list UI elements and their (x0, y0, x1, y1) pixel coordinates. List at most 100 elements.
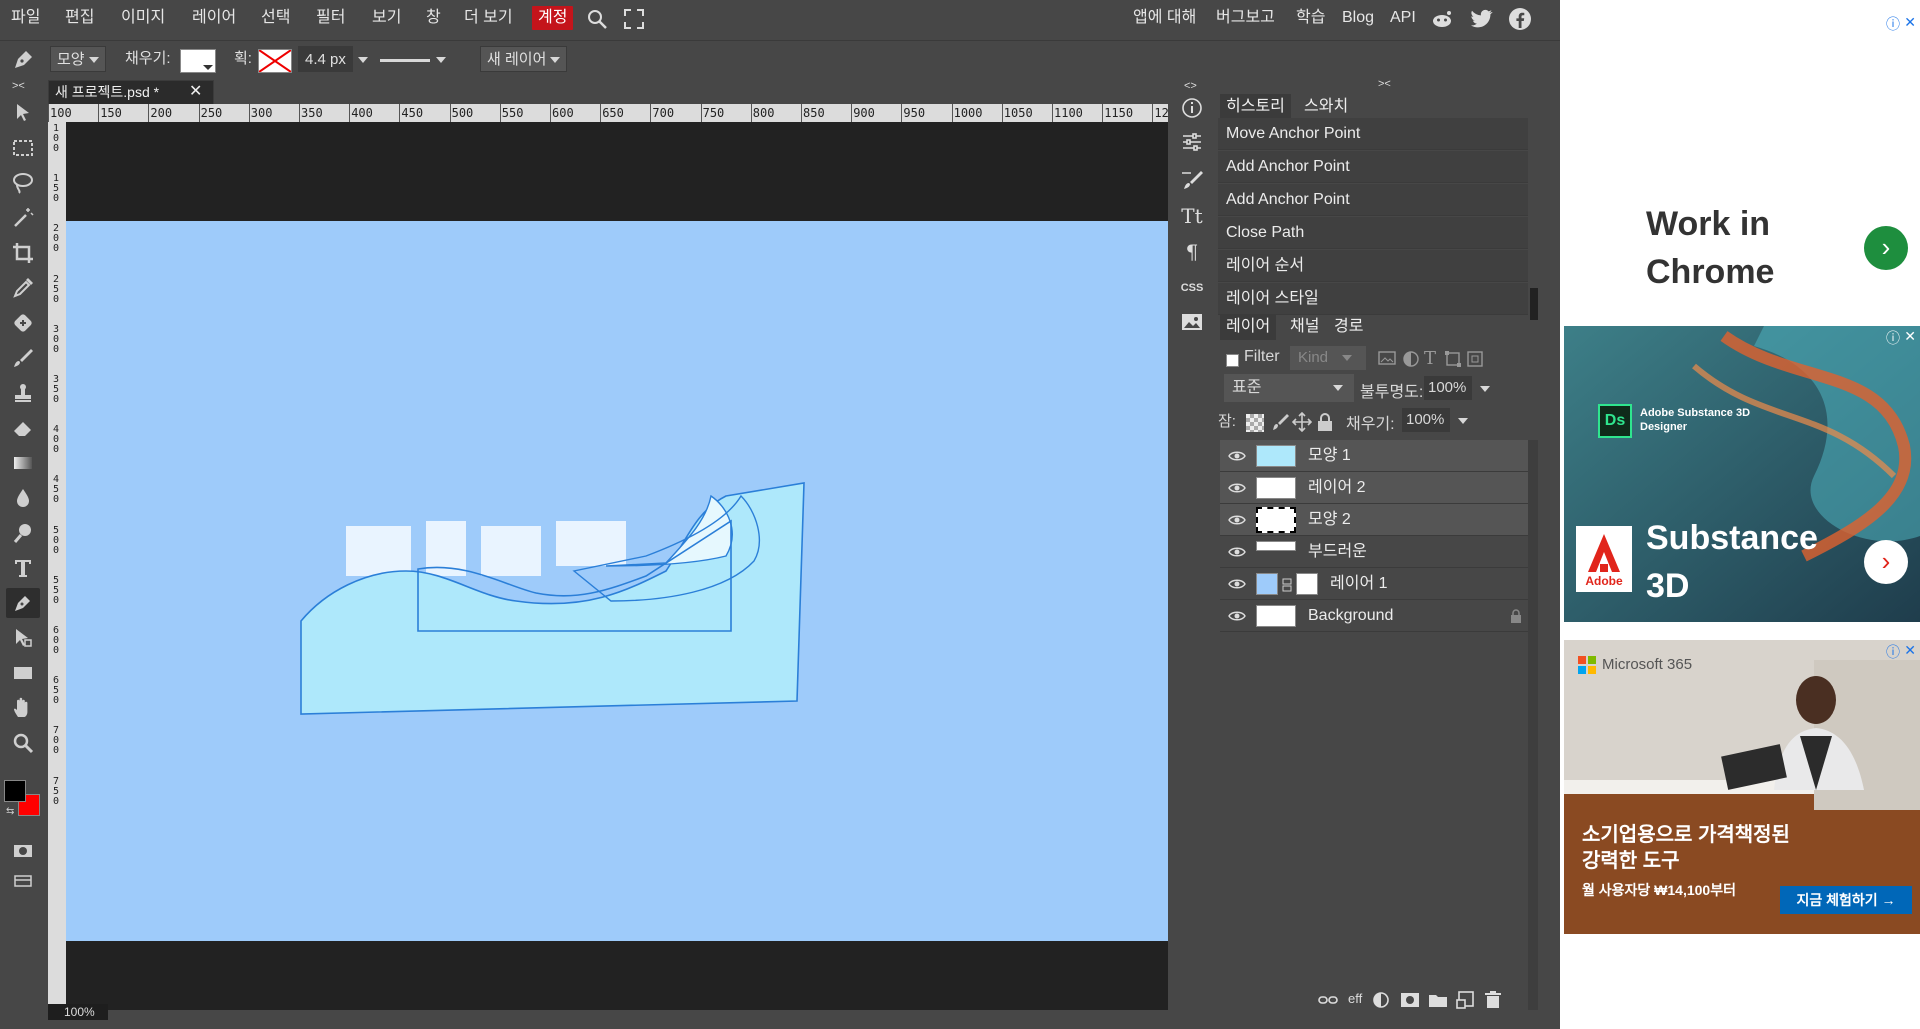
stroke-style-dropdown[interactable] (436, 57, 446, 63)
ad-substance-3d[interactable]: ⓘ ✕ Ds Adobe Substance 3D Designer Adobe… (1564, 326, 1920, 622)
filter-shape-icon[interactable] (1444, 350, 1462, 368)
screen-mode-icon[interactable] (6, 866, 40, 896)
kind-select[interactable]: Kind (1290, 346, 1366, 370)
menu-image[interactable]: 이미지 (118, 6, 168, 30)
link-api[interactable]: API (1390, 6, 1416, 30)
menu-window[interactable]: 창 (423, 6, 444, 30)
swap-colors-icon[interactable]: ⇆ (6, 806, 14, 817)
filter-type-icon[interactable]: T (1424, 348, 1436, 369)
lock-position-icon[interactable] (1291, 411, 1313, 433)
history-item[interactable]: Move Anchor Point (1218, 118, 1528, 150)
history-item[interactable]: Add Anchor Point (1218, 184, 1528, 216)
rectangle-tool-icon[interactable] (6, 658, 40, 688)
tab-layers[interactable]: 레이어 (1220, 314, 1277, 340)
healing-brush-icon[interactable] (6, 308, 40, 338)
tab-history[interactable]: 히스토리 (1220, 94, 1291, 120)
menu-filter[interactable]: 필터 (313, 6, 348, 30)
layer-name[interactable]: Background (1308, 600, 1393, 632)
opacity-input[interactable]: 100% (1424, 376, 1472, 400)
pen-tool-icon[interactable] (10, 47, 36, 73)
ad-info-icon[interactable]: ⓘ (1886, 328, 1900, 348)
collapse-toolbox-icon[interactable]: >< (12, 80, 25, 92)
link-icon[interactable] (1282, 578, 1292, 592)
magic-wand-icon[interactable] (6, 203, 40, 233)
gradient-tool-icon[interactable] (6, 448, 40, 478)
brush-tool-icon[interactable] (6, 343, 40, 373)
document-tab[interactable]: 새 프로젝트.psd * ✕ (48, 80, 214, 104)
info-icon[interactable] (1178, 94, 1206, 122)
history-item[interactable]: 레이어 순서 (1218, 250, 1528, 282)
layer-name[interactable]: 레이어 1 (1330, 568, 1388, 600)
paragraph-icon[interactable]: ¶ (1178, 238, 1206, 266)
shape-mode-select[interactable]: 모양 (50, 46, 106, 72)
layer-mask-icon[interactable] (1400, 992, 1420, 1008)
character-panel-icon[interactable]: Tt (1178, 202, 1206, 230)
close-icon[interactable]: ✕ (189, 81, 202, 103)
menu-layer[interactable]: 레이어 (189, 6, 239, 30)
clone-stamp-icon[interactable] (6, 378, 40, 408)
layer-name[interactable]: 모양 2 (1308, 504, 1351, 536)
ad-info-icon[interactable]: ⓘ (1886, 14, 1900, 34)
dodge-tool-icon[interactable] (6, 518, 40, 548)
new-group-icon[interactable] (1428, 992, 1448, 1008)
ad-info-icon[interactable]: ⓘ (1886, 642, 1900, 662)
stroke-width-input[interactable]: 4.4 px (298, 46, 353, 72)
eye-icon[interactable] (1228, 480, 1246, 496)
fill-dropdown[interactable] (1458, 418, 1468, 424)
ad-work-in-chrome[interactable]: ⓘ ✕ Work in Chrome › (1564, 12, 1920, 308)
lasso-tool-icon[interactable] (6, 168, 40, 198)
layer-row[interactable]: 레이어 1 (1220, 568, 1530, 600)
ad-microsoft-365[interactable]: ⓘ ✕ Microsoft 365 소기업용으로 가격책정된 강력한 도구 월 … (1564, 640, 1920, 934)
reddit-icon[interactable] (1430, 8, 1454, 30)
lock-all-icon[interactable] (1316, 412, 1334, 432)
adjustments-icon[interactable] (1178, 128, 1206, 156)
ad-close-icon[interactable]: ✕ (1904, 642, 1916, 659)
layer-row[interactable]: 부드러운 (1220, 536, 1530, 568)
ad-cta-button[interactable]: 지금 체험하기 → (1780, 886, 1912, 914)
stroke-style-line[interactable] (380, 59, 430, 62)
opacity-dropdown[interactable] (1480, 386, 1490, 392)
menu-file[interactable]: 파일 (8, 6, 43, 30)
blur-tool-icon[interactable] (6, 483, 40, 513)
trash-icon[interactable] (1484, 991, 1502, 1009)
fullscreen-icon[interactable] (623, 8, 645, 30)
eye-icon[interactable] (1228, 448, 1246, 464)
history-item[interactable]: 레이어 스타일 (1218, 283, 1528, 315)
link-bug-report[interactable]: 버그보고 (1216, 6, 1275, 30)
facebook-icon[interactable] (1508, 7, 1532, 31)
history-item[interactable]: Add Anchor Point (1218, 151, 1528, 183)
collapse-panel-icon[interactable]: >< (1378, 78, 1391, 90)
expand-panels-icon[interactable]: <> (1184, 80, 1197, 92)
filter-image-icon[interactable] (1378, 350, 1396, 366)
filter-checkbox[interactable] (1226, 354, 1239, 367)
zoom-level[interactable]: 100% (48, 1004, 108, 1020)
tab-channels[interactable]: 채널 (1284, 314, 1325, 340)
ad-arrow-button[interactable]: › (1864, 226, 1908, 270)
crop-tool-icon[interactable] (6, 238, 40, 268)
eye-icon[interactable] (1228, 512, 1246, 528)
link-blog[interactable]: Blog (1342, 6, 1374, 30)
move-tool-icon[interactable] (6, 98, 40, 128)
pen-tool-icon[interactable] (6, 588, 40, 618)
eraser-tool-icon[interactable] (6, 413, 40, 443)
lock-transparency-icon[interactable] (1246, 414, 1264, 432)
marquee-tool-icon[interactable] (6, 133, 40, 163)
menu-view[interactable]: 보기 (369, 6, 404, 30)
css-icon[interactable]: CSS (1178, 274, 1206, 302)
image-panel-icon[interactable] (1178, 308, 1206, 336)
link-layers-icon[interactable] (1318, 992, 1338, 1008)
menu-edit[interactable]: 편집 (62, 6, 97, 30)
layer-name[interactable]: 부드러운 (1308, 536, 1367, 568)
link-about[interactable]: 앱에 대해 (1133, 6, 1196, 30)
tab-paths[interactable]: 경로 (1328, 314, 1369, 340)
tab-swatches[interactable]: 스와치 (1298, 94, 1354, 120)
history-item[interactable]: Close Path (1218, 217, 1528, 249)
path-select-icon[interactable] (6, 623, 40, 653)
layer-row[interactable]: 모양 1 (1220, 440, 1530, 472)
blend-mode-select[interactable]: 표준 (1224, 374, 1354, 402)
fill-swatch[interactable] (180, 49, 216, 73)
layer-name[interactable]: 레이어 2 (1308, 472, 1366, 504)
layer-effects-button[interactable]: eff (1348, 991, 1362, 1006)
menu-account[interactable]: 계정 (532, 6, 574, 30)
quick-mask-icon[interactable] (6, 836, 40, 866)
